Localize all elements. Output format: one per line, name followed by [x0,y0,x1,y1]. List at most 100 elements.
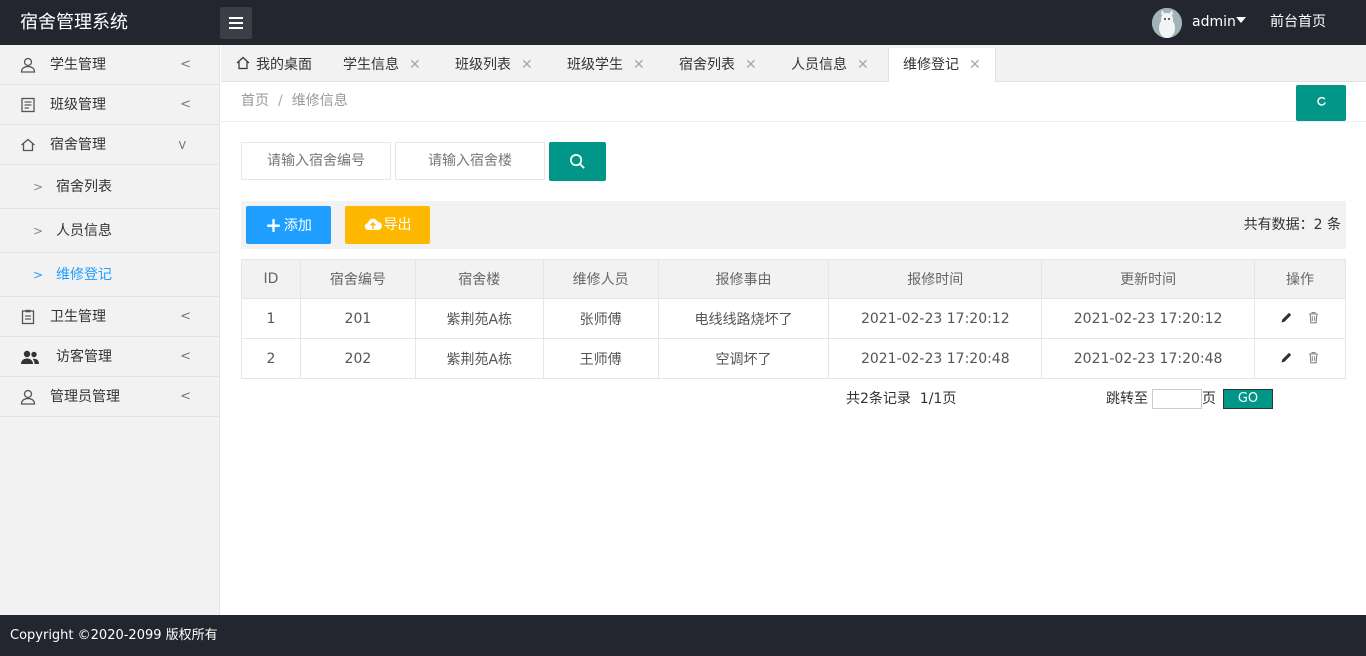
sidebar-subitem-label: 宿舍列表 [56,179,112,195]
export-button[interactable]: 导出 [345,206,430,244]
chevron-left-icon: < [180,349,191,364]
app-title: 宿舍管理系统 [20,12,128,33]
jump-unit-label: 页 [1202,391,1216,407]
user-icon [20,389,36,405]
total-count: 共有数据：2 条 [1243,217,1341,233]
column-header: 维修人员 [542,259,659,299]
front-home-link[interactable]: 前台首页 [1270,0,1326,45]
close-icon[interactable]: ✕ [521,57,533,73]
users-icon [21,350,39,364]
document-icon [21,97,35,113]
table-cell: 2021-02-23 17:20:48 [1041,338,1256,379]
chevron-right-icon: > [33,224,44,238]
tab-label: 学生信息 [343,57,399,73]
plus-icon: + [265,213,282,237]
top-header: 宿舍管理系统 admin 前台首页 [0,0,1366,45]
table-actions [1254,338,1346,379]
breadcrumb-current: 维修信息 [291,93,348,109]
edit-icon[interactable] [1280,311,1293,324]
sidebar-item-visitor[interactable]: 访客管理 < [0,337,219,377]
breadcrumb-bar: 首页 / 维修信息 [221,82,1366,122]
tab-desktop[interactable]: 我的桌面 [236,48,312,82]
sidebar-subitem-label: 人员信息 [56,223,112,239]
sidebar-item-hygiene[interactable]: 卫生管理 < [0,297,219,337]
table-cell: 电线线路烧坏了 [657,298,830,339]
table-cell: 2021-02-23 17:20:48 [828,338,1043,379]
sidebar-subitem-label: 维修登记 [56,267,112,283]
tab-class-students[interactable]: 班级学生 ✕ [567,48,645,82]
dorm-building-input[interactable] [395,142,545,180]
table-cell: 紫荆苑A栋 [414,338,544,379]
table-cell: 张师傅 [542,298,659,339]
column-header: 宿舍编号 [299,259,416,299]
sidebar-subitem-personnel[interactable]: > 人员信息 [0,209,219,253]
table-cell: 空调坏了 [657,338,830,379]
sidebar-subitem-repair[interactable]: > 维修登记 [0,253,219,297]
dorm-number-input[interactable] [241,142,391,180]
menu-toggle-icon[interactable] [220,7,252,39]
tab-label: 班级学生 [567,57,623,73]
table-cell: 王师傅 [542,338,659,379]
jump-label: 跳转至 [1106,391,1148,407]
sidebar-subitem-dorm-list[interactable]: > 宿舍列表 [0,165,219,209]
table-cell: 201 [299,298,416,339]
sidebar: 学生管理 < 班级管理 < 宿舍管理 < > 宿舍列表 > 人员信息 > 维修登… [0,45,220,615]
close-icon[interactable]: ✕ [969,57,981,73]
table-cell: 1 [241,298,301,339]
tab-repair-register[interactable]: 维修登记 ✕ [888,48,996,83]
tab-class-list[interactable]: 班级列表 ✕ [455,48,533,82]
refresh-button[interactable] [1296,85,1346,121]
table-cell: 2021-02-23 17:20:12 [828,298,1043,339]
caret-down-icon[interactable] [1236,17,1246,23]
close-icon[interactable]: ✕ [633,57,645,73]
user-menu[interactable]: admin [1192,0,1236,45]
repair-table: ID 宿舍编号 宿舍楼 维修人员 报修事由 报修时间 更新时间 操作 1 201… [241,259,1346,379]
home-icon [21,138,35,152]
sidebar-item-label: 班级管理 [50,97,106,113]
column-header: 报修事由 [657,259,830,299]
column-header: 宿舍楼 [414,259,544,299]
column-header: 报修时间 [828,259,1043,299]
delete-icon[interactable] [1307,351,1320,364]
home-icon [236,56,250,70]
avatar[interactable] [1152,8,1182,38]
sidebar-item-class[interactable]: 班级管理 < [0,85,219,125]
tab-personnel-info[interactable]: 人员信息 ✕ [791,48,869,82]
edit-icon[interactable] [1280,351,1293,364]
close-icon[interactable]: ✕ [409,57,421,73]
table-row: 2 202 紫荆苑A栋 王师傅 空调坏了 2021-02-23 17:20:48… [241,338,1346,379]
search-button[interactable] [549,142,606,181]
table-cell: 202 [299,338,416,379]
table-toolbar: + 添加 导出 共有数据：2 条 [241,201,1346,249]
sidebar-item-dorm[interactable]: 宿舍管理 < [0,125,219,165]
jump-page-input[interactable] [1152,389,1202,409]
delete-icon[interactable] [1307,311,1320,324]
breadcrumb-separator: / [278,93,283,109]
close-icon[interactable]: ✕ [857,57,869,73]
column-header: 操作 [1254,259,1346,299]
avatar-image-icon [1152,8,1182,38]
breadcrumb: 首页 / 维修信息 [241,82,348,120]
footer: Copyright ©2020-2099 版权所有 [0,615,1366,656]
cloud-upload-icon [364,218,382,231]
add-button-label: 添加 [283,218,312,234]
chevron-left-icon: < [180,57,191,72]
table-header-row: ID 宿舍编号 宿舍楼 维修人员 报修事由 报修时间 更新时间 操作 [241,259,1346,299]
sidebar-item-admin[interactable]: 管理员管理 < [0,377,219,417]
chevron-right-icon: > [33,180,44,194]
chevron-right-icon: > [33,268,44,282]
tab-student-info[interactable]: 学生信息 ✕ [343,48,421,82]
close-icon[interactable]: ✕ [745,57,757,73]
chevron-left-icon: < [180,389,191,404]
pager-info: 共2条记录 1/1页 [846,391,957,407]
search-icon [570,154,585,169]
add-button[interactable]: + 添加 [246,206,331,244]
tab-dorm-list[interactable]: 宿舍列表 ✕ [679,48,757,82]
user-icon [20,57,36,73]
breadcrumb-home[interactable]: 首页 [241,93,269,109]
copyright-text: Copyright ©2020-2099 版权所有 [10,628,218,643]
sidebar-item-student[interactable]: 学生管理 < [0,45,219,85]
go-button[interactable]: GO [1223,389,1273,409]
tab-label: 宿舍列表 [679,57,735,73]
chevron-down-icon: < [175,139,191,151]
